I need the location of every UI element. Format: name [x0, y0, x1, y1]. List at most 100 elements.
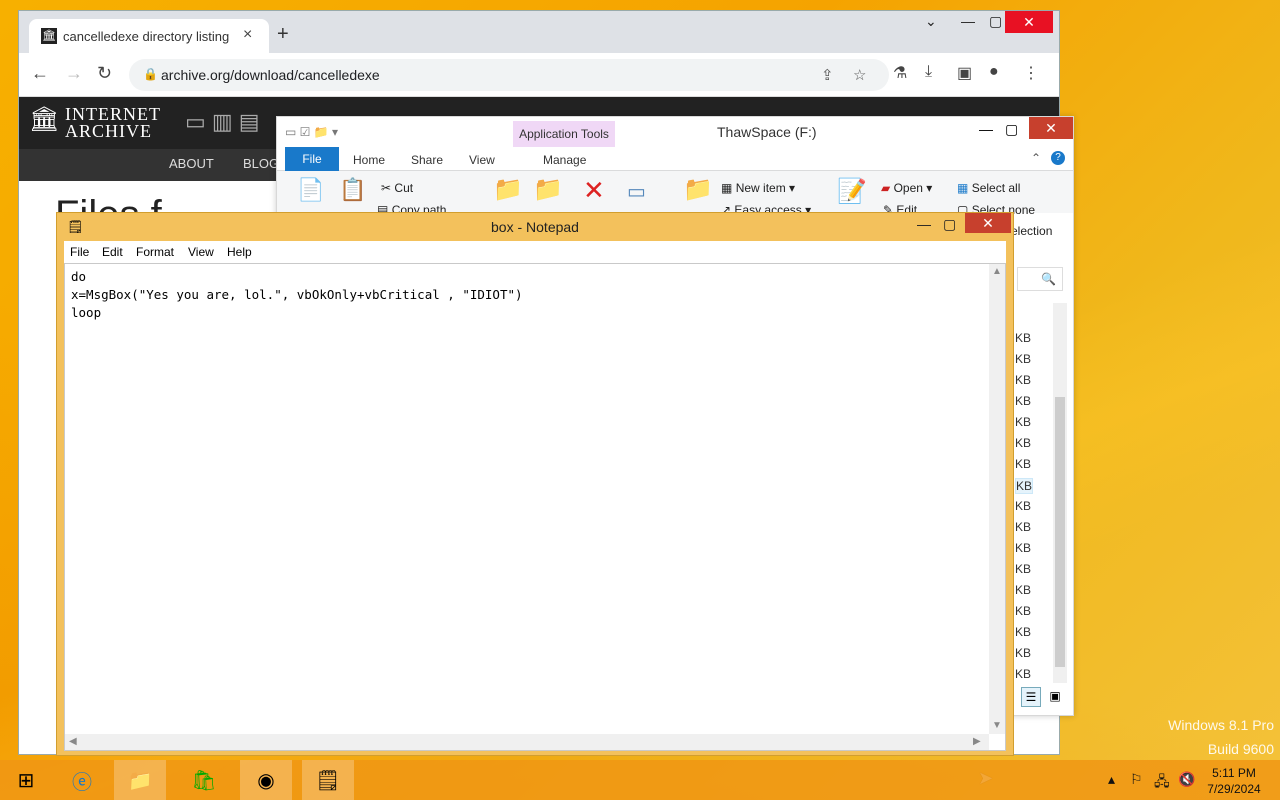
action-center-flag-icon[interactable]: ⚐ [1130, 771, 1143, 788]
menu-view[interactable]: View [188, 245, 214, 259]
menu-file[interactable]: File [70, 245, 89, 259]
notepad-menubar: File Edit Format View Help [64, 241, 1006, 263]
scroll-down-icon[interactable]: ▼ [992, 720, 1002, 731]
clock-time: 5:11 PM [1212, 766, 1256, 780]
reload-icon[interactable]: ↻ [97, 63, 112, 84]
size-unit: KB [1015, 436, 1032, 450]
network-icon[interactable]: 🖧 [1154, 771, 1170, 795]
editor-content[interactable]: do x=MsgBox("Yes you are, lol.", vbOkOnl… [71, 268, 523, 322]
start-icon[interactable]: ⊞ [0, 760, 52, 800]
open-label: Open [893, 181, 923, 195]
delete-icon[interactable]: ✕ [583, 175, 605, 206]
new-folder-icon[interactable]: 📁 [683, 175, 713, 204]
tab-share[interactable]: Share [411, 153, 443, 167]
ia-media-icons[interactable]: ▭ ▥ ▤ [185, 109, 260, 135]
tab-bar: 🏛 cancelledexe directory listing × + ⌄ —… [19, 11, 1059, 53]
clock[interactable]: 5:11 PM 7/29/2024 [1206, 765, 1262, 797]
open-icon: ▰ [881, 181, 891, 195]
scroll-up-icon[interactable]: ▲ [992, 266, 1002, 277]
properties-icon[interactable]: 📝 [837, 177, 867, 206]
nav-about[interactable]: ABOUT [169, 156, 214, 171]
tab-view[interactable]: View [469, 153, 495, 167]
clock-date: 7/29/2024 [1207, 782, 1261, 796]
address-bar[interactable]: 🔒 archive.org/download/cancelledexe ⇪ ☆ [129, 59, 889, 91]
new-item-button[interactable]: ▦ New item ▾ [721, 181, 795, 195]
cut-button[interactable]: ✂ Cut [381, 181, 413, 195]
nav-blog[interactable]: BLOG [243, 156, 279, 171]
size-unit: KB [1015, 331, 1032, 345]
profile-icon[interactable]: ● [989, 63, 999, 81]
explorer-scroll-thumb[interactable] [1055, 397, 1065, 667]
cut-icon: ✂ [381, 181, 392, 195]
side-panel-icon[interactable]: ▣ [957, 63, 972, 83]
copy-to-icon[interactable]: 📁 [533, 175, 563, 204]
tab-home[interactable]: Home [353, 153, 385, 167]
bookmark-star-icon[interactable]: ☆ [853, 66, 866, 84]
details-view-icon[interactable]: ☰ [1021, 687, 1041, 707]
share-icon[interactable]: ⇪ [821, 66, 834, 84]
volume-muted-icon[interactable]: 🔇 [1178, 771, 1195, 788]
show-hidden-icons-icon[interactable]: ▴ [1108, 771, 1115, 788]
horizontal-scrollbar[interactable]: ◀ ▶ [65, 734, 989, 750]
explorer-close-icon[interactable]: ✕ [1029, 117, 1073, 139]
explorer-titlebar: ▭ ☑ 📁 ▾ Application Tools ThawSpace (F:)… [277, 117, 1073, 147]
chrome-icon[interactable]: ◉ [240, 760, 292, 800]
scroll-left-icon[interactable]: ◀ [69, 736, 77, 747]
menu-help[interactable]: Help [227, 245, 252, 259]
size-unit: KB [1015, 499, 1032, 513]
size-unit: KB [1015, 373, 1032, 387]
move-to-icon[interactable]: 📁 [493, 175, 523, 204]
forward-icon[interactable]: → [65, 63, 83, 84]
internet-explorer-icon[interactable]: ⓔ [56, 760, 108, 800]
new-tab-icon[interactable]: + [277, 23, 289, 46]
large-icons-view-icon[interactable]: ▣ [1045, 687, 1065, 707]
quick-access-toolbar-icon[interactable]: ▭ ☑ 📁 ▾ [285, 125, 338, 139]
notepad-close-icon[interactable]: ✕ [965, 213, 1011, 233]
vertical-scrollbar[interactable]: ▲ ▼ [989, 264, 1005, 734]
os-watermark-line1: Windows 8.1 Pro [1168, 717, 1274, 733]
text-editor[interactable]: do x=MsgBox("Yes you are, lol.", vbOkOnl… [64, 263, 1006, 751]
tab-close-icon[interactable]: × [243, 26, 252, 44]
size-unit: KB [1015, 646, 1032, 660]
extension-icon[interactable]: ⚗ [893, 63, 907, 83]
tab-search-icon[interactable]: ⌄ [925, 13, 937, 30]
paste-icon[interactable]: 📋 [339, 177, 366, 203]
application-tools-label: Application Tools [513, 121, 615, 147]
notepad-icon[interactable]: 🗒 [302, 760, 354, 800]
tab-title: cancelledexe directory listing [63, 29, 230, 44]
tab-manage[interactable]: Manage [543, 153, 586, 167]
os-watermark-line2: Build 9600 [1207, 741, 1274, 757]
size-unit: KB [1015, 604, 1032, 618]
notepad-maximize-icon[interactable]: ▢ [943, 216, 956, 233]
url-text[interactable]: archive.org/download/cancelledexe [161, 67, 380, 83]
search-box-icon[interactable]: 🔍 [1017, 267, 1063, 291]
ribbon-collapse-icon[interactable]: ⌃ [1031, 151, 1041, 165]
lock-icon: 🔒 [143, 67, 158, 81]
open-button[interactable]: ▰ Open ▾ [881, 181, 932, 195]
store-icon[interactable]: 🛍 [178, 760, 230, 800]
size-unit: KB [1015, 562, 1032, 576]
close-icon[interactable]: ✕ [1005, 11, 1053, 33]
menu-format[interactable]: Format [136, 245, 174, 259]
maximize-icon[interactable]: ▢ [989, 13, 1002, 30]
rename-icon[interactable]: ▭ [627, 179, 646, 204]
copy-icon[interactable]: 📄 [297, 177, 324, 203]
explorer-minimize-icon[interactable]: — [979, 121, 993, 137]
select-all-button[interactable]: ▦ Select all [957, 181, 1020, 195]
help-icon[interactable]: ? [1051, 151, 1065, 165]
notepad-window: 🗒 box - Notepad — ▢ ✕ File Edit Format V… [56, 212, 1014, 756]
scroll-right-icon[interactable]: ▶ [973, 736, 981, 747]
invert-selection-button[interactable]: election [1011, 224, 1052, 238]
minimize-icon[interactable]: — [961, 13, 975, 29]
file-explorer-icon[interactable]: 📁 [114, 760, 166, 800]
select-all-icon: ▦ [957, 181, 969, 195]
browser-tab[interactable]: 🏛 cancelledexe directory listing × [29, 19, 269, 53]
menu-edit[interactable]: Edit [102, 245, 123, 259]
back-icon[interactable]: ← [31, 63, 49, 84]
download-icon[interactable]: ⤓ [925, 63, 932, 81]
tab-file[interactable]: File [285, 147, 339, 171]
menu-icon[interactable]: ⋮ [1023, 63, 1039, 83]
notepad-minimize-icon[interactable]: — [917, 216, 931, 232]
explorer-maximize-icon[interactable]: ▢ [1005, 121, 1018, 138]
size-unit: KB [1015, 583, 1032, 597]
